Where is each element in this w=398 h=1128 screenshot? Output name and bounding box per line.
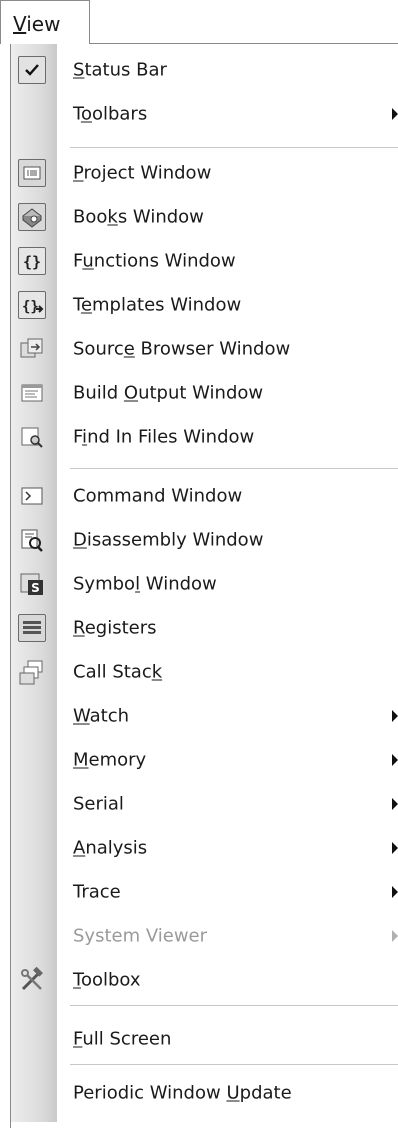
menu-item-label: Periodic Window Update — [73, 1082, 292, 1104]
menu-item-serial[interactable]: Serial — [11, 784, 398, 824]
source-browser-icon — [18, 335, 46, 363]
functions-braces-icon: {} — [18, 247, 46, 275]
submenu-arrow-icon — [392, 754, 398, 766]
menu-item-label: Command Window — [73, 485, 243, 507]
submenu-arrow-icon — [392, 108, 398, 120]
menu-item-label: Status Bar — [73, 59, 167, 81]
menu-item-analysis[interactable]: Analysis — [11, 828, 398, 868]
submenu-arrow-icon — [392, 930, 398, 942]
menu-view-tab[interactable]: View — [0, 0, 90, 44]
command-prompt-icon — [18, 482, 46, 510]
menu-item-label: Functions Window — [73, 250, 236, 272]
menu-item-source-browser-window[interactable]: Source Browser Window — [11, 329, 398, 369]
menu-item-label: Watch — [73, 705, 130, 727]
menu-item-label: Full Screen — [73, 1028, 172, 1050]
menu-item-periodic-window-update[interactable]: Periodic Window Update — [11, 1073, 398, 1113]
symbol-icon: S — [18, 570, 46, 598]
menu-item-books-window[interactable]: Books Window — [11, 197, 398, 237]
menu-item-system-viewer: System Viewer — [11, 916, 398, 956]
menu-item-disassembly-window[interactable]: Disassembly Window — [11, 520, 398, 560]
check-icon — [18, 56, 46, 84]
toolbox-hammer-wrench-icon — [18, 966, 46, 994]
menu-item-status-bar[interactable]: Status Bar — [11, 50, 398, 90]
menu-item-label: System Viewer — [73, 925, 208, 947]
menu-item-templates-window[interactable]: {} Templates Window — [11, 285, 398, 325]
project-window-icon — [18, 159, 46, 187]
menu-item-label: Analysis — [73, 837, 148, 859]
submenu-arrow-icon — [392, 710, 398, 722]
books-icon — [18, 203, 46, 231]
svg-text:S: S — [31, 581, 40, 595]
menu-item-label: Registers — [73, 617, 157, 639]
menu-item-full-screen[interactable]: Full Screen — [11, 1019, 398, 1059]
menu-item-functions-window[interactable]: {} Functions Window — [11, 241, 398, 281]
menu-item-label: Call Stack — [73, 661, 163, 683]
submenu-arrow-icon — [392, 886, 398, 898]
menu-separator — [70, 147, 398, 148]
menu-item-command-window[interactable]: Command Window — [11, 476, 398, 516]
menu-item-build-output-window[interactable]: Build Output Window — [11, 373, 398, 413]
disassembly-icon — [18, 526, 46, 554]
menu-item-label: Find In Files Window — [73, 426, 255, 448]
menu-item-label: Memory — [73, 749, 147, 771]
menu-item-trace[interactable]: Trace — [11, 872, 398, 912]
find-in-files-icon — [18, 423, 46, 451]
build-output-icon — [18, 379, 46, 407]
menu-item-label: Toolbars — [73, 103, 148, 125]
menu-item-label: Toolbox — [73, 969, 141, 991]
svg-text:{}: {} — [22, 299, 39, 315]
submenu-arrow-icon — [392, 798, 398, 810]
submenu-arrow-icon — [392, 842, 398, 854]
menu-item-label: Source Browser Window — [73, 338, 291, 360]
menu-item-toolbars[interactable]: Toolbars — [11, 94, 398, 134]
menu-item-watch[interactable]: Watch — [11, 696, 398, 736]
menu-item-label: Disassembly Window — [73, 529, 264, 551]
registers-icon — [18, 614, 46, 642]
menu-view-label: View — [13, 12, 61, 36]
menu-item-label: Serial — [73, 793, 124, 815]
menu-item-label: Symbol Window — [73, 573, 217, 595]
menu-item-call-stack[interactable]: Call Stack — [11, 652, 398, 692]
menu-item-find-in-files-window[interactable]: Find In Files Window — [11, 417, 398, 457]
menu-item-memory[interactable]: Memory — [11, 740, 398, 780]
menu-separator — [70, 1064, 398, 1065]
templates-icon: {} — [18, 291, 46, 319]
menu-item-label: Templates Window — [73, 294, 242, 316]
svg-text:{}: {} — [23, 253, 41, 271]
menu-item-label: Build Output Window — [73, 382, 264, 404]
menu-item-toolbox[interactable]: Toolbox — [11, 960, 398, 1000]
menu-item-label: Trace — [73, 881, 121, 903]
menu-item-registers[interactable]: Registers — [11, 608, 398, 648]
menu-item-label: Books Window — [73, 206, 204, 228]
menu-separator — [70, 1005, 398, 1006]
menu-item-label: Project Window — [73, 162, 212, 184]
call-stack-icon — [18, 658, 46, 686]
menu-item-project-window[interactable]: Project Window — [11, 153, 398, 193]
menu-separator — [70, 468, 398, 469]
menu-item-symbol-window[interactable]: S Symbol Window — [11, 564, 398, 604]
